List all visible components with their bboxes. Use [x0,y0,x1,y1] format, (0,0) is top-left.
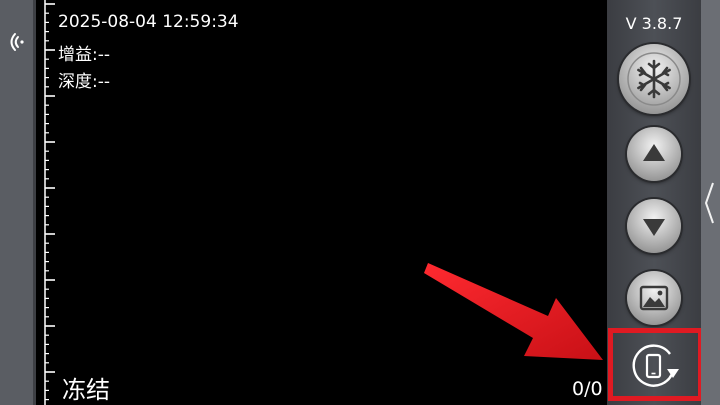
gallery-button[interactable] [627,271,681,325]
freeze-status-label: 冻结 [62,376,110,404]
version-label: V 3.8.7 [625,14,683,33]
depth-label: 深度: [58,72,98,92]
triangle-up-icon [643,144,665,161]
gain-value: -- [97,45,111,65]
gain-readout: 增益:-- [58,40,110,65]
triangle-down-icon [643,219,665,236]
gain-label: 增益: [58,45,98,65]
rotate-screen-icon [632,344,679,387]
gain-up-button[interactable] [627,127,681,181]
left-rail [0,0,36,405]
left-rail-edge [33,0,36,405]
depth-value: -- [97,72,111,92]
chevron-left-icon[interactable] [702,180,718,226]
rotate-screen-button[interactable] [608,328,703,401]
timestamp: 2025-08-04 12:59:34 [58,12,239,32]
freeze-button[interactable] [619,44,689,114]
frame-counter: 0/0 [572,378,603,400]
snowflake-icon [627,52,681,106]
depth-readout: 深度:-- [58,67,110,92]
image-icon [639,285,669,311]
gain-down-button[interactable] [627,199,681,253]
wifi-icon[interactable] [5,30,29,54]
